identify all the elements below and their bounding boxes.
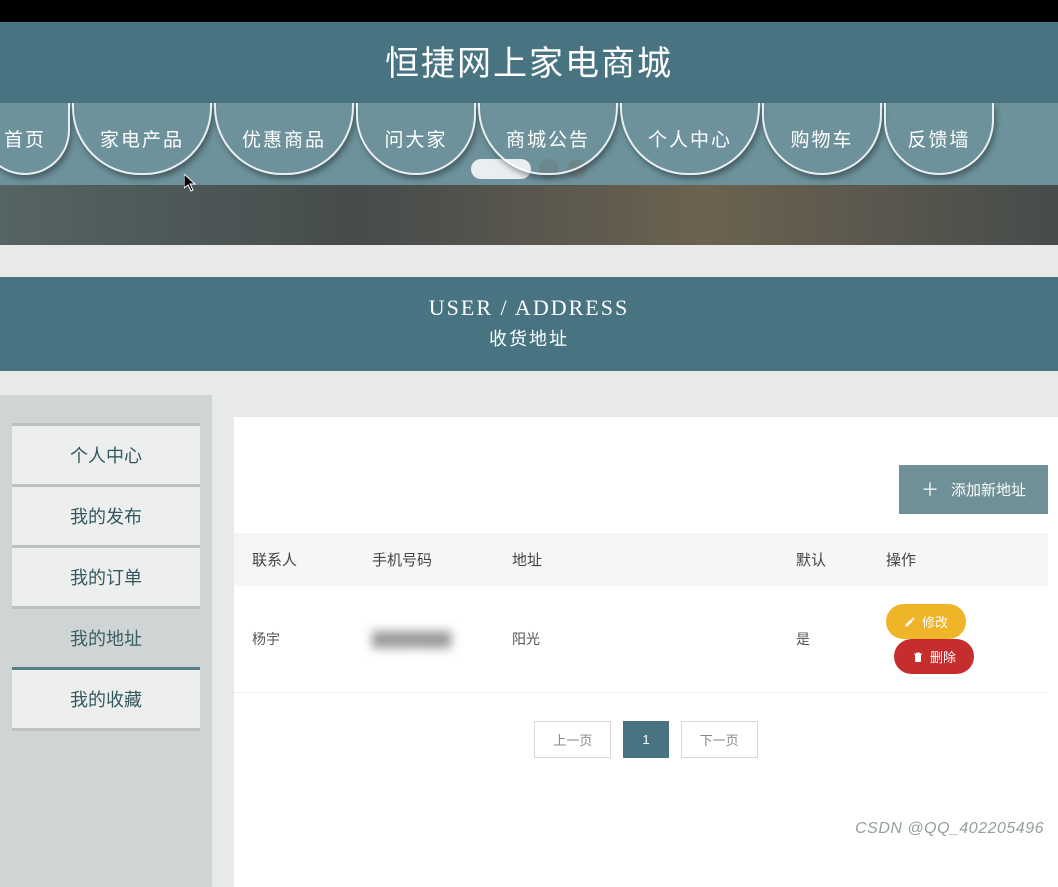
nav-item-profile[interactable]: 个人中心 bbox=[620, 103, 760, 175]
content-area: ＋ 添加新地址 联系人 手机号码 地址 默认 操作 杨宇 ████ bbox=[212, 395, 1058, 887]
nav-item-cart[interactable]: 购物车 bbox=[762, 103, 882, 175]
th-phone: 手机号码 bbox=[354, 533, 494, 586]
nav-item-feedback[interactable]: 反馈墙 bbox=[884, 103, 994, 175]
address-panel: ＋ 添加新地址 联系人 手机号码 地址 默认 操作 杨宇 ████ bbox=[234, 417, 1058, 887]
sidebar-item-myposts[interactable]: 我的发布 bbox=[12, 487, 200, 548]
nav-item-notice[interactable]: 商城公告 bbox=[478, 103, 618, 175]
pager-page-1[interactable]: 1 bbox=[623, 721, 668, 758]
sidebar: 个人中心 我的发布 我的订单 我的地址 我的收藏 bbox=[0, 395, 212, 887]
nav-item-products[interactable]: 家电产品 bbox=[72, 103, 212, 175]
main-nav: 首页 家电产品 优惠商品 问大家 商城公告 个人中心 购物车 反馈墙 bbox=[0, 103, 1058, 185]
cell-contact: 杨宇 bbox=[234, 586, 354, 693]
site-title: 恒捷网上家电商城 bbox=[0, 36, 1058, 85]
edit-button[interactable]: 修改 bbox=[886, 604, 966, 639]
address-table: 联系人 手机号码 地址 默认 操作 杨宇 ████████ 阳光 是 bbox=[234, 533, 1048, 693]
th-address: 地址 bbox=[494, 533, 778, 586]
hero-banner bbox=[0, 185, 1058, 245]
pager-prev[interactable]: 上一页 bbox=[534, 721, 611, 758]
watermark: CSDN @QQ_402205496 bbox=[855, 820, 1044, 838]
pager-next[interactable]: 下一页 bbox=[681, 721, 758, 758]
sidebar-item-myfavorites[interactable]: 我的收藏 bbox=[12, 670, 200, 731]
plus-icon: ＋ bbox=[921, 481, 939, 499]
delete-button[interactable]: 删除 bbox=[894, 639, 974, 674]
add-address-button[interactable]: ＋ 添加新地址 bbox=[899, 465, 1048, 514]
cell-default: 是 bbox=[778, 586, 868, 693]
sidebar-item-myaddress[interactable]: 我的地址 bbox=[12, 609, 200, 670]
top-black-bar bbox=[0, 0, 1058, 22]
cell-ops: 修改 删除 bbox=[868, 586, 1048, 693]
edit-label: 修改 bbox=[922, 612, 948, 631]
table-row: 杨宇 ████████ 阳光 是 修改 删除 bbox=[234, 586, 1048, 693]
cell-address: 阳光 bbox=[494, 586, 778, 693]
sidebar-item-profile[interactable]: 个人中心 bbox=[12, 423, 200, 487]
page-title-cn: 收货地址 bbox=[0, 325, 1058, 351]
trash-icon bbox=[912, 651, 924, 663]
page-title-en: USER / ADDRESS bbox=[0, 295, 1058, 321]
th-contact: 联系人 bbox=[234, 533, 354, 586]
nav-item-deals[interactable]: 优惠商品 bbox=[214, 103, 354, 175]
cell-phone: ████████ bbox=[354, 586, 494, 693]
nav-item-home[interactable]: 首页 bbox=[0, 103, 70, 175]
nav-item-ask[interactable]: 问大家 bbox=[356, 103, 476, 175]
add-address-label: 添加新地址 bbox=[951, 479, 1026, 500]
site-header: 恒捷网上家电商城 bbox=[0, 22, 1058, 103]
pagination: 上一页 1 下一页 bbox=[234, 721, 1058, 758]
page-title-bar: USER / ADDRESS 收货地址 bbox=[0, 277, 1058, 371]
th-ops: 操作 bbox=[868, 533, 1048, 586]
pencil-icon bbox=[904, 616, 916, 628]
sidebar-item-myorders[interactable]: 我的订单 bbox=[12, 548, 200, 609]
th-default: 默认 bbox=[778, 533, 868, 586]
delete-label: 删除 bbox=[930, 647, 956, 666]
